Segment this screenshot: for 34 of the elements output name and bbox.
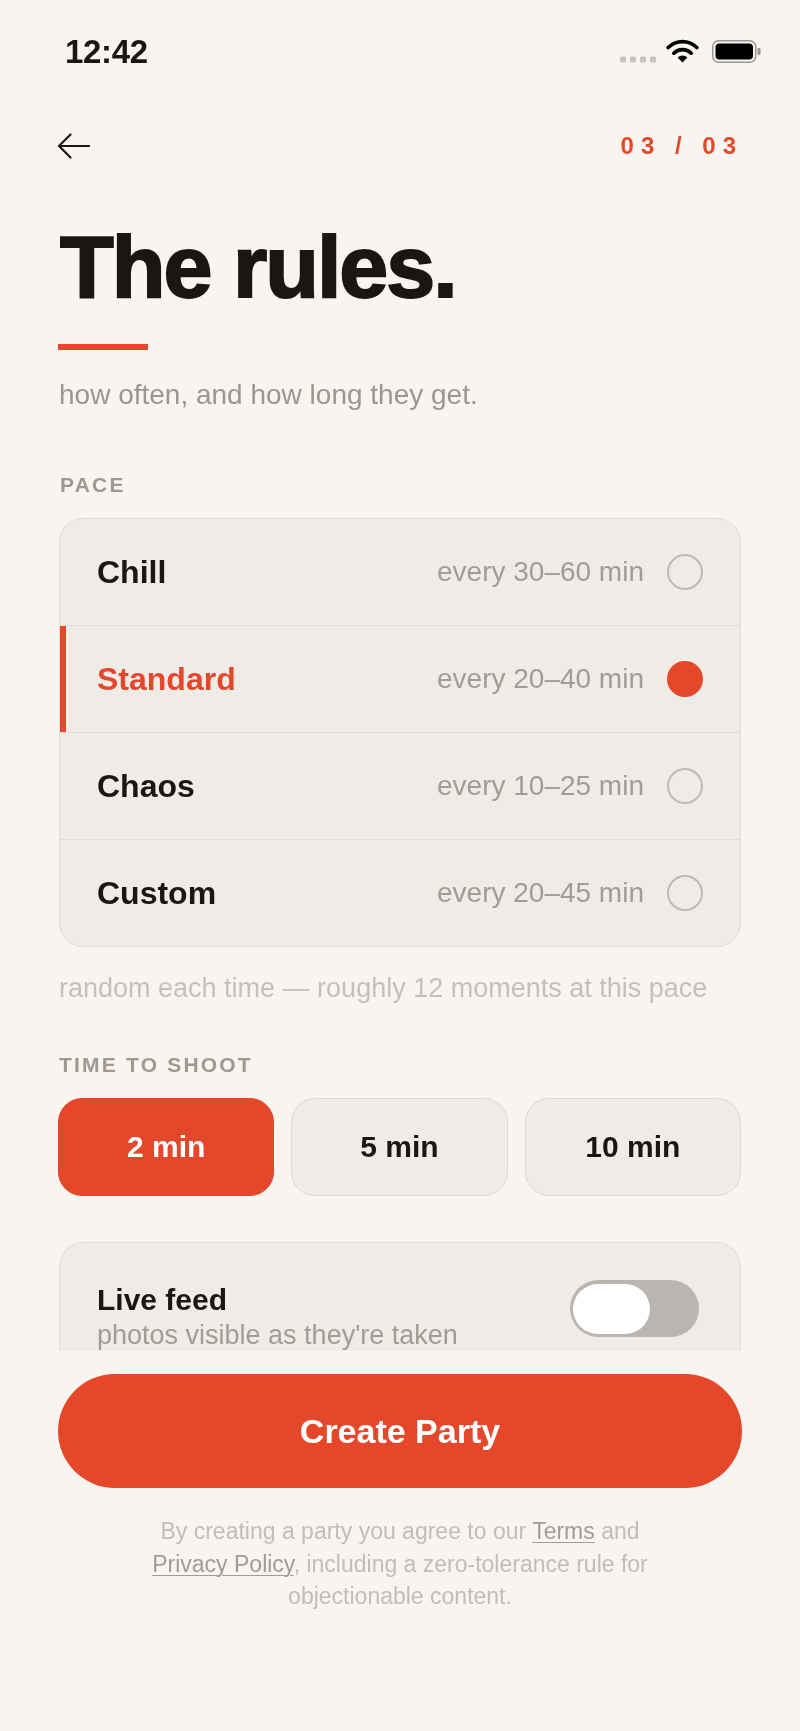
create-party-button[interactable]: Create Party bbox=[58, 1374, 742, 1488]
step-indicator: 03 / 03 bbox=[620, 132, 743, 160]
pace-hint: random each time — roughly 12 moments at this pace bbox=[59, 972, 708, 1005]
section-label: PACE bbox=[60, 473, 126, 497]
live-feed-toggle[interactable] bbox=[570, 1280, 699, 1337]
radio-icon bbox=[667, 768, 703, 804]
setting-description: photos visible as they're taken bbox=[97, 1319, 458, 1351]
option-range: every 10–25 min bbox=[437, 769, 644, 803]
option-range: every 30–60 min bbox=[437, 555, 644, 589]
option-name: Chill bbox=[97, 553, 167, 591]
screen-title: The rules. bbox=[59, 223, 457, 311]
legal-notice: By creating a party you agree to our Terms and Privacy Policy, including a zero-tolerance rule for objectionable content. bbox=[151, 1517, 649, 1611]
setting-title: Live feed bbox=[97, 1282, 228, 1318]
screen-subtitle: how often, and how long they get. bbox=[59, 378, 478, 412]
duration-option[interactable]: 5 min bbox=[291, 1098, 508, 1196]
battery-icon bbox=[712, 39, 761, 63]
pace-option[interactable]: Chill every 30–60 min bbox=[60, 519, 740, 625]
radio-icon bbox=[667, 661, 703, 697]
radio-icon bbox=[667, 875, 703, 911]
option-range: every 20–45 min bbox=[437, 876, 644, 910]
option-name: Standard bbox=[97, 660, 236, 698]
option-name: Custom bbox=[97, 874, 217, 912]
status-time: 12:42 bbox=[65, 34, 148, 68]
radio-icon bbox=[667, 554, 703, 590]
wifi-icon bbox=[666, 39, 699, 63]
option-name: Chaos bbox=[97, 767, 195, 805]
back-icon[interactable] bbox=[57, 133, 90, 159]
option-range: every 20–40 min bbox=[437, 662, 644, 696]
pace-option[interactable]: Custom every 20–45 min bbox=[60, 839, 740, 946]
duration-option[interactable]: 2 min bbox=[58, 1098, 275, 1196]
signal-icon bbox=[620, 55, 656, 63]
duration-option[interactable]: 10 min bbox=[524, 1098, 741, 1196]
section-label: TIME TO SHOOT bbox=[59, 1053, 253, 1077]
pace-option[interactable]: Chaos every 10–25 min bbox=[60, 732, 740, 839]
